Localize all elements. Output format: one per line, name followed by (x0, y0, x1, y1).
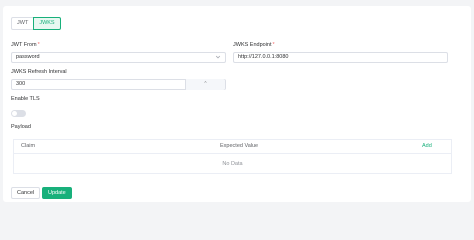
enable-tls-switch[interactable] (11, 110, 26, 117)
jwt-from-label: JWT From* (11, 42, 40, 48)
payload-table: Claim Expected Value Add No Data (13, 139, 452, 174)
tab-jwt[interactable]: JWT (11, 17, 35, 30)
jwt-from-label-text: JWT From (11, 42, 37, 48)
chevron-down-icon (215, 53, 221, 62)
table-header: Claim Expected Value Add (14, 140, 451, 154)
form-card: JWT JWKS JWT From* password JWKS Endpoin… (3, 6, 471, 202)
required-marker: * (272, 42, 275, 48)
switch-knob (12, 111, 17, 116)
refresh-interval-label: JWKS Refresh Interval (11, 69, 67, 75)
jwks-endpoint-value: http://127.0.0.1:8080 (238, 54, 289, 60)
enable-tls-label: Enable TLS (11, 96, 40, 102)
cancel-button[interactable]: Cancel (11, 187, 41, 199)
auth-type-toggle: JWT JWKS (11, 17, 61, 30)
increment-button[interactable]: ⌃ (185, 79, 225, 90)
add-claim-link[interactable]: Add (422, 143, 432, 149)
jwt-from-select[interactable]: password (11, 52, 226, 63)
column-claim: Claim (21, 143, 36, 149)
column-expected-value: Expected Value (220, 143, 259, 149)
refresh-interval-input[interactable]: 300 ⌃ (11, 79, 226, 90)
jwks-endpoint-label-text: JWKS Endpoint (233, 42, 272, 48)
payload-label: Payload (11, 124, 31, 130)
jwks-endpoint-label: JWKS Endpoint* (233, 42, 275, 48)
jwt-from-value: password (16, 54, 40, 60)
tab-jwks[interactable]: JWKS (33, 17, 61, 30)
update-button[interactable]: Update (42, 187, 72, 199)
empty-state: No Data (222, 161, 243, 167)
required-marker: * (37, 42, 40, 48)
refresh-interval-value: 300 (16, 81, 26, 87)
jwks-endpoint-input[interactable]: http://127.0.0.1:8080 (233, 52, 448, 63)
